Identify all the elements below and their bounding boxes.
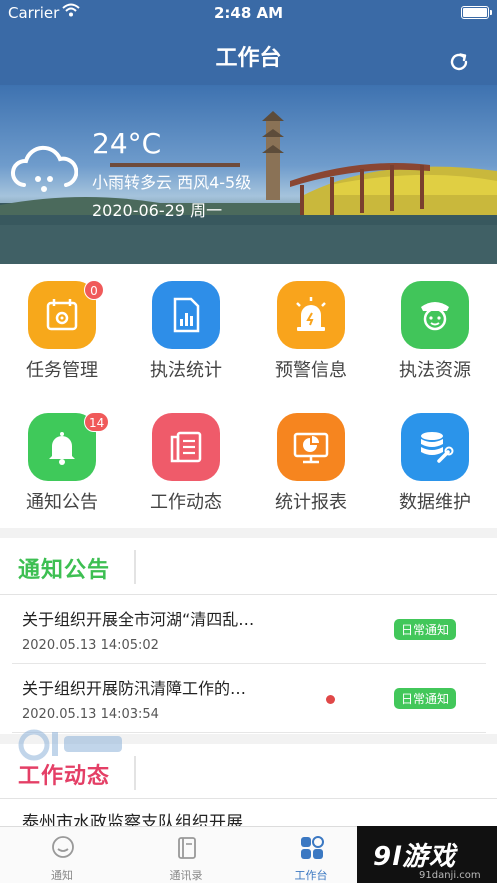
grid-item-task-management[interactable]: 0 任务管理	[0, 264, 124, 394]
divider	[0, 594, 497, 595]
tab-label: 通讯录	[169, 869, 203, 882]
grid-item-enforcement-resources[interactable]: 执法资源	[373, 264, 497, 394]
alarm-light-icon	[277, 281, 345, 349]
notice-item[interactable]: 关于组织开展全市河湖“清四乱… 2020.05.13 14:05:02 日常通知	[12, 596, 486, 664]
weather-banner: 24°C 小雨转多云 西风4-5级 2020-06-29 周一	[0, 85, 497, 264]
battery-icon	[461, 6, 492, 19]
grid-label: 执法统计	[150, 360, 222, 381]
grid-label: 统计报表	[275, 492, 347, 513]
notice-time: 2020.05.13 14:05:02	[22, 638, 159, 653]
watermark-brand: 9l游戏	[373, 842, 457, 872]
grid-item-enforcement-stats[interactable]: 执法统计	[124, 264, 248, 394]
officer-icon	[401, 281, 469, 349]
notice-tag: 日常通知	[393, 619, 456, 640]
grid-label: 任务管理	[26, 360, 98, 381]
cloud-rain-icon	[11, 145, 78, 192]
grid-label: 工作动态	[150, 492, 222, 513]
nav-bar: 工作台	[0, 26, 497, 85]
notice-section: 通知公告 关于组织开展全市河湖“清四乱… 2020.05.13 14:05:02…	[0, 538, 497, 734]
refresh-icon[interactable]	[447, 50, 471, 74]
notice-item[interactable]: 关于组织开展防汛清障工作的… 2020.05.13 14:03:54 日常通知	[12, 665, 486, 733]
badge-count: 14	[84, 412, 110, 432]
grid-label: 预警信息	[275, 360, 347, 381]
tab-contacts[interactable]: 通讯录	[124, 827, 248, 883]
database-wrench-icon	[401, 413, 469, 481]
temperature: 24°C	[92, 127, 162, 160]
tab-workbench[interactable]: 工作台	[249, 827, 373, 883]
grid-label: 数据维护	[399, 492, 471, 513]
page-title: 工作台	[215, 46, 282, 71]
document-chart-icon	[152, 281, 220, 349]
divider	[0, 798, 497, 799]
notice-time: 2020.05.13 14:03:54	[22, 707, 159, 722]
section-title-dynamics: 工作动态	[18, 764, 111, 789]
grid-item-data-maintenance[interactable]: 数据维护	[373, 396, 497, 526]
document-stack-icon	[152, 413, 220, 481]
grid-item-notices[interactable]: 14 通知公告	[0, 396, 124, 526]
notice-title: 关于组织开展防汛清障工作的…	[22, 679, 247, 698]
workbench-grid-icon	[301, 836, 324, 859]
notice-title: 关于组织开展全市河湖“清四乱…	[22, 610, 255, 629]
contacts-book-icon	[178, 837, 196, 859]
grid-label: 通知公告	[26, 492, 98, 513]
tab-notifications[interactable]: 通知	[0, 827, 124, 883]
status-bar: Carrier 2:48 AM	[0, 0, 497, 26]
grid-item-work-dynamics[interactable]: 工作动态	[124, 396, 248, 526]
divider	[134, 756, 136, 790]
badge-count: 0	[84, 280, 104, 300]
weather-date: 2020-06-29 周一	[92, 201, 223, 220]
function-grid: 0 任务管理 执法统计 预警信息 执法资源 14 通知公告 工作动态 统计报表 …	[0, 264, 497, 528]
notice-tag: 日常通知	[393, 688, 456, 709]
dynamics-item-title[interactable]: 泰州市水政监察支队组织开展	[22, 808, 243, 826]
grid-label: 执法资源	[399, 360, 471, 381]
grid-item-warning-info[interactable]: 预警信息	[249, 264, 373, 394]
watermark-badge: 9l游戏 91danji.com	[357, 826, 497, 883]
watermark-site: 91danji.com	[419, 870, 481, 881]
tab-label: 工作台	[294, 869, 328, 882]
section-title-notices: 通知公告	[18, 558, 111, 583]
monitor-chart-icon	[277, 413, 345, 481]
watermark-logo	[18, 729, 122, 761]
divider	[134, 550, 136, 584]
status-time: 2:48 AM	[213, 4, 284, 22]
tab-label: 通知	[51, 869, 73, 882]
chat-bubble-icon	[52, 836, 74, 858]
grid-item-stat-reports[interactable]: 统计报表	[249, 396, 373, 526]
weather-description: 小雨转多云 西风4-5级	[92, 173, 252, 192]
unread-dot	[326, 695, 335, 704]
